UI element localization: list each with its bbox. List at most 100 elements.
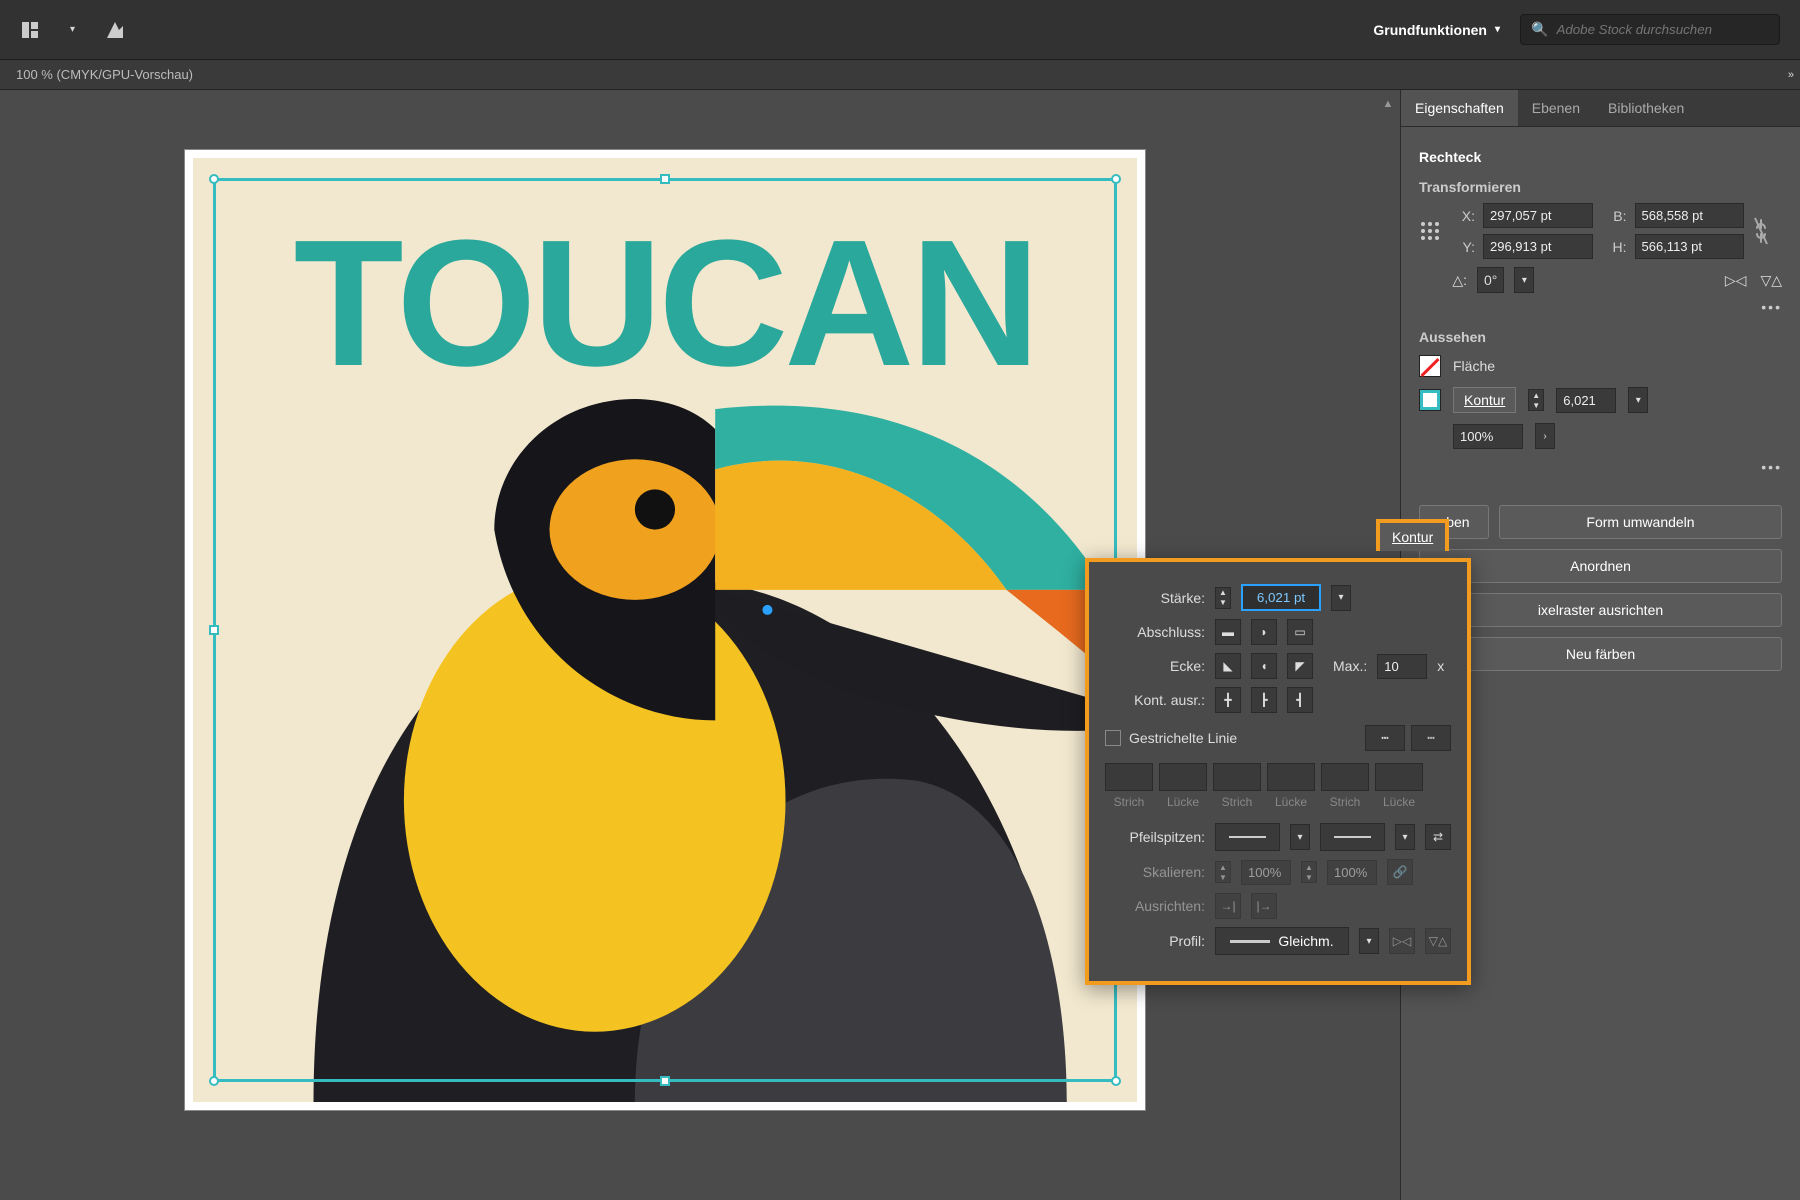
arrange-docs-dropdown[interactable]: ▾: [70, 24, 75, 35]
tab-libraries[interactable]: Bibliotheken: [1594, 90, 1698, 126]
corner-round-icon[interactable]: ◖: [1251, 653, 1277, 679]
dash-input[interactable]: [1321, 763, 1369, 791]
stock-search[interactable]: 🔍: [1520, 14, 1780, 45]
profile-dropdown[interactable]: ▾: [1359, 928, 1379, 954]
align-outside-icon[interactable]: ┫: [1287, 687, 1313, 713]
quick-export-icon[interactable]: [105, 20, 125, 40]
sp-align-arrow-label: Ausrichten:: [1105, 898, 1205, 914]
selection-handle[interactable]: [1111, 174, 1121, 184]
link-wh-icon[interactable]: [1752, 216, 1782, 246]
gap-input[interactable]: [1375, 763, 1423, 791]
stroke-weight-stepper[interactable]: ▲▼: [1528, 389, 1544, 411]
stroke-panel-button[interactable]: Kontur: [1453, 387, 1516, 413]
selection-handle[interactable]: [1111, 1076, 1121, 1086]
qa-recolor[interactable]: Neu färben: [1419, 637, 1782, 671]
angle-value[interactable]: 0°: [1477, 267, 1504, 293]
app-topbar: ▾ Grundfunktionen ▾ 🔍: [0, 0, 1800, 60]
document-tab[interactable]: 100 % (CMYK/GPU-Vorschau): [6, 67, 203, 82]
stroke-swatch[interactable]: [1419, 389, 1441, 411]
stroke-weight-value[interactable]: 6,021: [1556, 388, 1616, 413]
selection-handle[interactable]: [209, 174, 219, 184]
align-center-icon[interactable]: ╋: [1215, 687, 1241, 713]
stroke-popout-header[interactable]: Kontur: [1376, 519, 1449, 551]
arrow-align-path-icon: |→: [1251, 893, 1277, 919]
sp-limit-label: Max.:: [1333, 658, 1367, 674]
flip-profile-h-icon: ▷◁: [1389, 928, 1415, 954]
w-value[interactable]: 568,558 pt: [1635, 203, 1745, 228]
sp-cap-label: Abschluss:: [1105, 624, 1205, 640]
x-label: X:: [1449, 208, 1475, 224]
workspace-switcher[interactable]: Grundfunktionen ▾: [1373, 22, 1500, 38]
dash-col-label: Strich: [1321, 795, 1369, 809]
opacity-dropdown[interactable]: ›: [1535, 423, 1555, 449]
qa-convert-shape[interactable]: Form umwandeln: [1499, 505, 1782, 539]
dash-col-label: Strich: [1213, 795, 1261, 809]
scroll-up-icon[interactable]: ▲: [1380, 96, 1396, 112]
selection-outline: [213, 178, 1117, 1082]
cap-projecting-icon[interactable]: ▭: [1287, 619, 1313, 645]
fill-swatch[interactable]: [1419, 355, 1441, 377]
transform-more-icon[interactable]: •••: [1419, 299, 1782, 315]
swap-arrows-icon[interactable]: ⇄: [1425, 824, 1451, 850]
dash-col-label: Lücke: [1267, 795, 1315, 809]
qa-arrange[interactable]: Anordnen: [1419, 549, 1782, 583]
dash-align-icon[interactable]: ┉: [1411, 725, 1451, 751]
align-inside-icon[interactable]: ┣: [1251, 687, 1277, 713]
sp-weight-input[interactable]: [1241, 584, 1321, 611]
reference-point-icon[interactable]: [1419, 220, 1441, 242]
selection-handle[interactable]: [660, 174, 670, 184]
corner-miter-icon[interactable]: ◣: [1215, 653, 1241, 679]
arrow-align-tip-icon: →|: [1215, 893, 1241, 919]
selection-handle[interactable]: [209, 625, 219, 635]
expand-panels-icon[interactable]: »: [1788, 69, 1800, 81]
dash-preserve-icon[interactable]: ┅: [1365, 725, 1405, 751]
sp-scale-label: Skalieren:: [1105, 864, 1205, 880]
profile-select[interactable]: Gleichm.: [1215, 927, 1349, 955]
x-value[interactable]: 297,057 pt: [1483, 203, 1593, 228]
dashed-checkbox[interactable]: [1105, 730, 1121, 746]
appearance-more-icon[interactable]: •••: [1419, 459, 1782, 475]
flip-vertical-icon[interactable]: ▽△: [1760, 272, 1782, 289]
cap-butt-icon[interactable]: ▬: [1215, 619, 1241, 645]
sp-weight-dropdown[interactable]: ▾: [1331, 585, 1351, 611]
chevron-down-icon: ▾: [1495, 24, 1500, 35]
sp-weight-stepper[interactable]: ▲▼: [1215, 587, 1231, 609]
arrow-end-dropdown[interactable]: ▾: [1395, 824, 1415, 850]
dash-input[interactable]: [1105, 763, 1153, 791]
stroke-weight-dropdown[interactable]: ▾: [1628, 387, 1648, 413]
flip-horizontal-icon[interactable]: ▷◁: [1725, 272, 1747, 289]
sp-limit-suffix: x: [1437, 658, 1444, 674]
tab-layers[interactable]: Ebenen: [1518, 90, 1594, 126]
stock-search-input[interactable]: [1556, 22, 1769, 37]
artboard[interactable]: TOUCAN: [185, 150, 1145, 1110]
y-label: Y:: [1449, 239, 1475, 255]
sp-align-label: Kont. ausr.:: [1105, 692, 1205, 708]
selection-handle[interactable]: [209, 1076, 219, 1086]
y-value[interactable]: 296,913 pt: [1483, 234, 1593, 259]
flip-profile-v-icon: ▽△: [1425, 928, 1451, 954]
dash-col-label: Lücke: [1159, 795, 1207, 809]
gap-input[interactable]: [1159, 763, 1207, 791]
stroke-popout-panel: Stärke: ▲▼ ▾ Abschluss: ▬ ◗ ▭ Ecke: ◣ ◖ …: [1085, 558, 1471, 985]
appearance-heading: Aussehen: [1419, 329, 1782, 345]
arrow-start-select[interactable]: [1215, 823, 1280, 851]
angle-dropdown[interactable]: ▾: [1514, 267, 1534, 293]
arrow-start-dropdown[interactable]: ▾: [1290, 824, 1310, 850]
artwork-background: TOUCAN: [193, 158, 1137, 1102]
tab-properties[interactable]: Eigenschaften: [1401, 90, 1518, 126]
corner-bevel-icon[interactable]: ◤: [1287, 653, 1313, 679]
sp-arrow-label: Pfeilspitzen:: [1105, 829, 1205, 845]
sp-weight-label: Stärke:: [1105, 590, 1205, 606]
gap-input[interactable]: [1267, 763, 1315, 791]
sp-limit-value[interactable]: 10: [1377, 654, 1427, 679]
home-icon[interactable]: [20, 20, 40, 40]
scale-end-value: 100%: [1327, 860, 1377, 885]
selection-handle[interactable]: [660, 1076, 670, 1086]
qa-pixel-align[interactable]: ixelraster ausrichten: [1419, 593, 1782, 627]
opacity-value[interactable]: 100%: [1453, 424, 1523, 449]
dash-input[interactable]: [1213, 763, 1261, 791]
cap-round-icon[interactable]: ◗: [1251, 619, 1277, 645]
arrow-end-select[interactable]: [1320, 823, 1385, 851]
h-value[interactable]: 566,113 pt: [1635, 234, 1745, 259]
h-label: H:: [1601, 239, 1627, 255]
